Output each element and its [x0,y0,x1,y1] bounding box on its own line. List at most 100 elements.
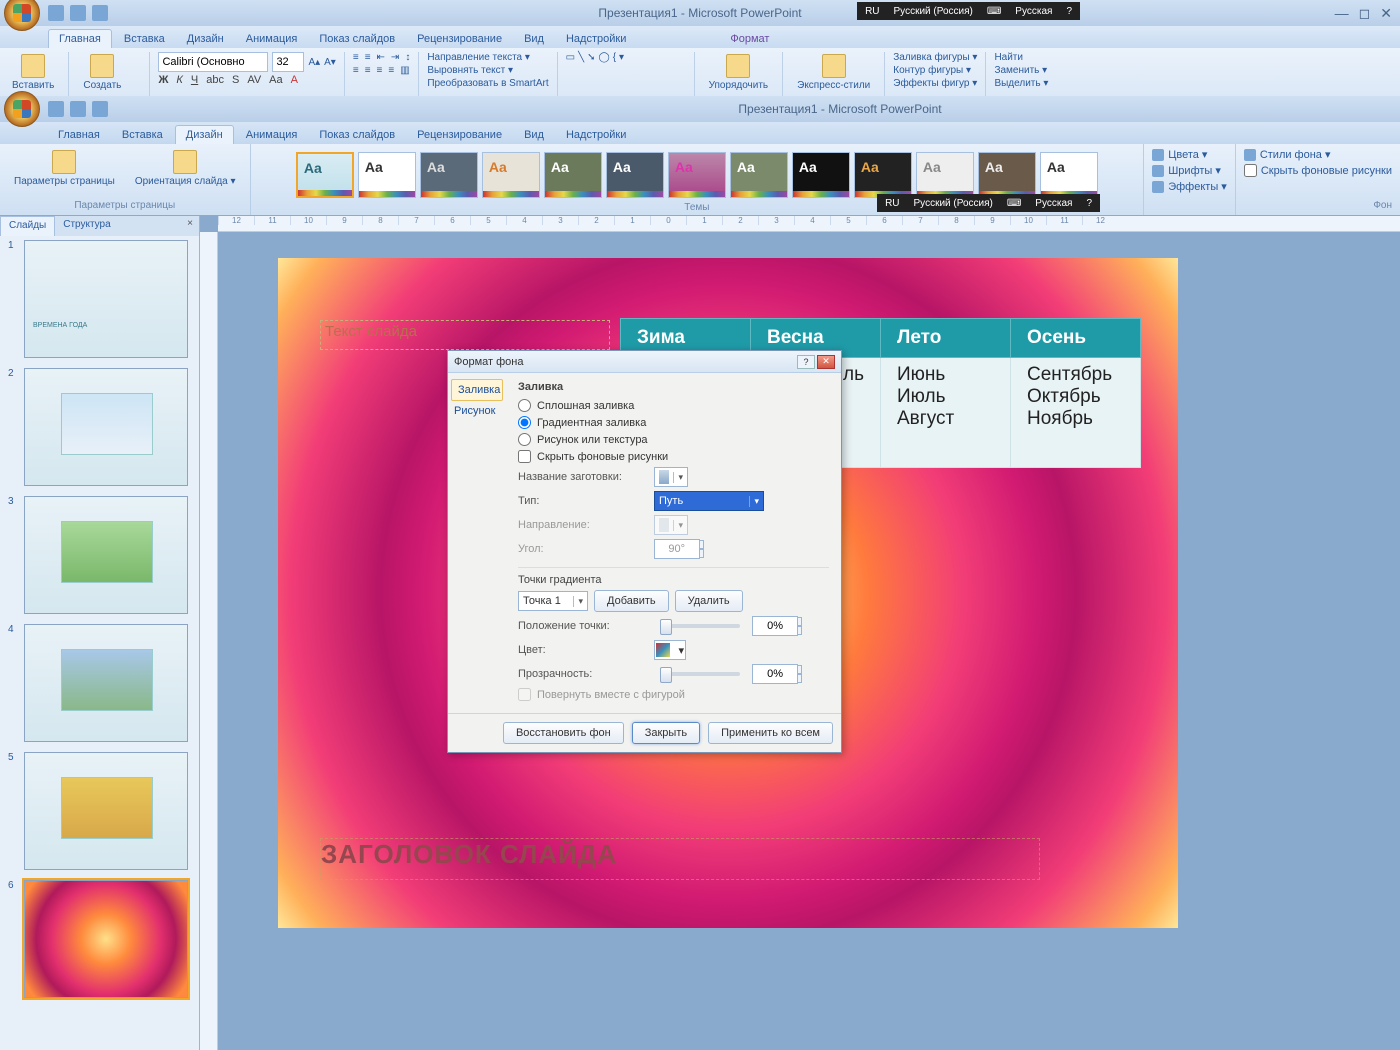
redo-icon[interactable] [92,5,108,21]
thumbnails[interactable]: 1ВРЕМЕНА ГОДА 2 3 4 5 6 [0,236,199,1050]
tab-view[interactable]: Вид [514,30,554,48]
close-icon[interactable]: ✕ [1380,5,1392,22]
spacing-icon[interactable]: AV [247,74,261,86]
bold-icon[interactable]: Ж [158,74,168,86]
tab-slideshow[interactable]: Показ слайдов [309,126,405,144]
close-icon[interactable]: ✕ [817,355,835,369]
tab-slides[interactable]: Слайды [0,216,55,236]
quick-styles-button[interactable]: Экспресс-стили [791,52,876,93]
slide-thumb-4[interactable] [24,624,188,742]
new-slide-button[interactable]: Создать [77,52,127,93]
justify-icon[interactable]: ≡ [388,65,394,76]
align-text-button[interactable]: Выровнять текст ▾ [427,65,513,76]
find-button[interactable]: Найти [994,52,1023,63]
tab-home[interactable]: Главная [48,29,112,48]
stop-combo[interactable]: Точка 1▾ [518,591,588,611]
shape-oval-icon[interactable]: ◯ [598,52,609,63]
tab-insert[interactable]: Вставка [112,126,173,144]
select-button[interactable]: Выделить ▾ [994,78,1048,89]
table-cell[interactable]: СентябрьОктябрьНоябрь [1011,358,1141,468]
color-picker[interactable]: ▾ [654,640,686,660]
shape-effects-button[interactable]: Эффекты фигур ▾ [893,78,977,89]
columns-icon[interactable]: ▥ [400,65,409,76]
undo-icon[interactable] [70,101,86,117]
language-bar-front[interactable]: RU Русский (Россия) ⌨ Русская ? [877,194,1100,212]
theme-thumb[interactable]: Aa [854,152,912,198]
italic-icon[interactable]: К [176,74,182,86]
apply-all-button[interactable]: Применить ко всем [708,722,833,744]
close-button[interactable]: Закрыть [632,722,700,744]
fonts-button[interactable]: Шрифты ▾ [1152,164,1227,177]
save-icon[interactable] [48,5,64,21]
theme-thumb[interactable]: Aa [296,152,354,198]
title-placeholder[interactable]: ЗАГОЛОВОК СЛАЙДА [320,838,1040,880]
close-panel-icon[interactable]: × [181,216,199,236]
theme-thumb[interactable]: Aa [730,152,788,198]
tab-home[interactable]: Главная [48,126,110,144]
theme-thumb[interactable]: Aa [358,152,416,198]
tab-design[interactable]: Дизайн [175,125,234,144]
replace-button[interactable]: Заменить ▾ [994,65,1047,76]
table-cell[interactable]: ИюньИюльАвгуст [881,358,1011,468]
help-icon[interactable]: ? [1066,6,1072,17]
tab-format-contextual[interactable]: Формат [720,30,779,48]
tab-animation[interactable]: Анимация [236,126,308,144]
slide-thumb-1[interactable]: ВРЕМЕНА ГОДА [24,240,188,358]
shape-rect-icon[interactable]: ▭ [566,52,575,63]
page-params-button[interactable]: Параметры страницы [8,148,121,189]
slide-thumb-6[interactable] [24,880,188,998]
convert-smartart-button[interactable]: Преобразовать в SmartArt [427,78,548,89]
minimize-icon[interactable]: — [1335,5,1349,22]
tab-outline[interactable]: Структура [55,216,118,236]
help-icon[interactable]: ? [797,355,815,369]
grow-font-icon[interactable]: A▴ [308,57,320,68]
theme-thumb[interactable]: Aa [420,152,478,198]
add-stop-button[interactable]: Добавить [594,590,669,612]
tab-review[interactable]: Рецензирование [407,126,512,144]
shape-line-icon[interactable]: ╲ [578,52,584,63]
theme-thumb[interactable]: Aa [668,152,726,198]
orientation-button[interactable]: Ориентация слайда ▾ [129,148,242,189]
tab-design[interactable]: Дизайн [177,30,234,48]
sidebar-item-fill[interactable]: Заливка [451,379,503,401]
radio-picture[interactable] [518,433,531,446]
theme-thumb[interactable]: Aa [792,152,850,198]
tab-insert[interactable]: Вставка [114,30,175,48]
tab-view[interactable]: Вид [514,126,554,144]
theme-thumb[interactable]: Aa [1040,152,1098,198]
radio-solid[interactable] [518,399,531,412]
table-header[interactable]: Осень [1011,319,1141,358]
align-right-icon[interactable]: ≡ [377,65,383,76]
shrink-font-icon[interactable]: A▾ [324,57,336,68]
slide-thumb-3[interactable] [24,496,188,614]
align-left-icon[interactable]: ≡ [353,65,359,76]
bg-styles-button[interactable]: Стили фона ▾ [1244,148,1392,161]
theme-thumb[interactable]: Aa [978,152,1036,198]
paste-button[interactable]: Вставить [6,52,60,93]
reset-bg-button[interactable]: Восстановить фон [503,722,624,744]
case-icon[interactable]: Aa [269,74,282,86]
hide-bg-checkbox[interactable]: Скрыть фоновые рисунки [1244,164,1392,177]
undo-icon[interactable] [70,5,86,21]
redo-icon[interactable] [92,101,108,117]
shape-arrow-icon[interactable]: ➘ [587,52,595,63]
tab-addons[interactable]: Надстройки [556,30,636,48]
position-slider[interactable] [660,624,740,628]
numbering-icon[interactable]: ≡ [365,52,371,63]
preset-combo[interactable]: ▾ [654,467,688,487]
font-color-icon[interactable]: A [291,74,298,86]
slide-thumb-5[interactable] [24,752,188,870]
strike-icon[interactable]: abc [206,74,224,86]
transparency-input[interactable] [752,664,798,684]
slide-thumb-2[interactable] [24,368,188,486]
underline-icon[interactable]: Ч [191,74,198,86]
maximize-icon[interactable]: ◻ [1359,5,1371,22]
table-header[interactable]: Лето [881,319,1011,358]
radio-gradient[interactable] [518,416,531,429]
theme-thumb[interactable]: Aa [606,152,664,198]
delete-stop-button[interactable]: Удалить [675,590,743,612]
colors-button[interactable]: Цвета ▾ [1152,148,1227,161]
line-spacing-icon[interactable]: ↕ [405,52,410,63]
type-combo[interactable]: Путь▾ [654,491,764,511]
effects-button[interactable]: Эффекты ▾ [1152,180,1227,193]
